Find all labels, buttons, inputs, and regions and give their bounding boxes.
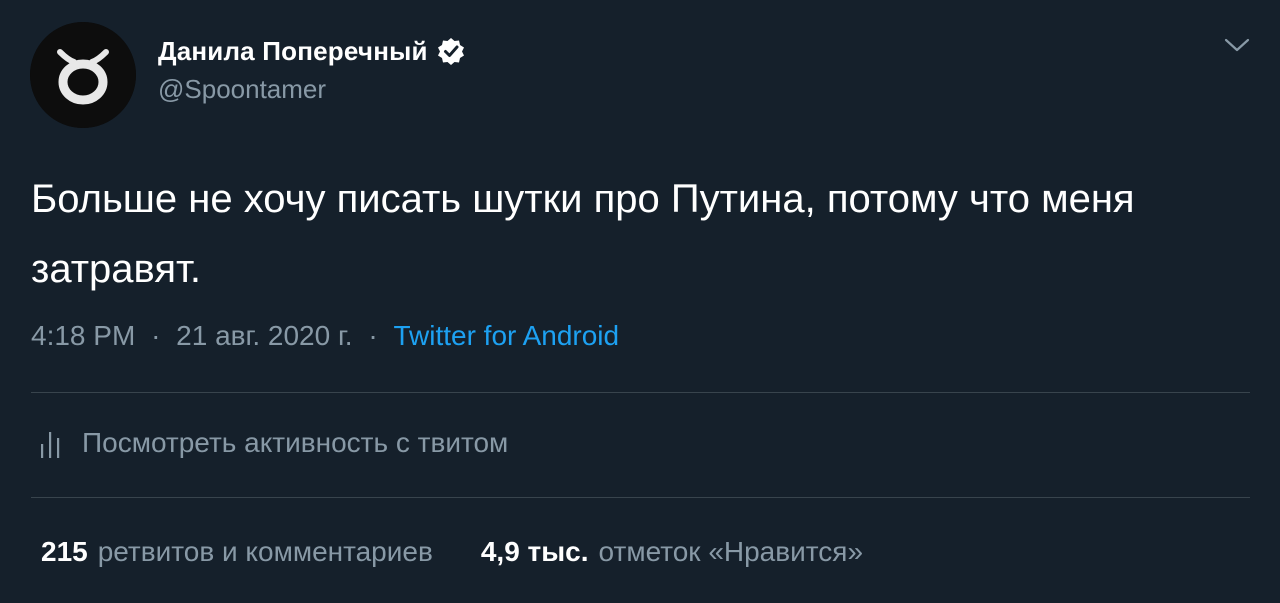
chevron-down-icon[interactable] <box>1222 34 1252 56</box>
retweets-label: ретвитов и комментариев <box>97 536 433 567</box>
avatar[interactable] <box>30 22 136 128</box>
tweet-source-link[interactable]: Twitter for Android <box>393 320 619 351</box>
view-activity-button[interactable]: Посмотреть активность с твитом <box>38 426 508 460</box>
analytics-icon <box>41 432 60 458</box>
retweets-count: 215 <box>41 536 88 567</box>
divider <box>31 392 1250 393</box>
tweet-text: Больше не хочу писать шутки про Путина, … <box>31 177 1135 291</box>
author-handle[interactable]: @Spoontamer <box>158 74 326 105</box>
author-name-row[interactable]: Данила Поперечный <box>158 34 466 68</box>
meta-separator: · <box>151 320 161 351</box>
view-activity-label: Посмотреть активность с твитом <box>82 427 509 458</box>
likes-stat[interactable]: 4,9 тыс. отметок «Нравится» <box>481 536 863 568</box>
meta-separator: · <box>368 320 378 351</box>
verified-badge-icon <box>437 38 464 65</box>
divider <box>31 497 1250 498</box>
tweet-meta: 4:18 PM · 21 авг. 2020 г. · Twitter for … <box>31 320 619 352</box>
retweets-stat[interactable]: 215 ретвитов и комментариев <box>41 536 433 568</box>
tweet-date[interactable]: 21 авг. 2020 г. <box>176 320 352 351</box>
likes-label: отметок «Нравится» <box>598 536 864 567</box>
likes-count: 4,9 тыс. <box>480 536 589 567</box>
avatar-ring-icon <box>30 22 136 128</box>
author-display-name[interactable]: Данила Поперечный <box>158 36 428 67</box>
tweet-detail: Данила Поперечный @Spoontamer Больше не … <box>0 0 1280 603</box>
tweet-time[interactable]: 4:18 PM <box>31 320 135 351</box>
tweet-stats: 215 ретвитов и комментариев 4,9 тыс. отм… <box>41 536 863 568</box>
